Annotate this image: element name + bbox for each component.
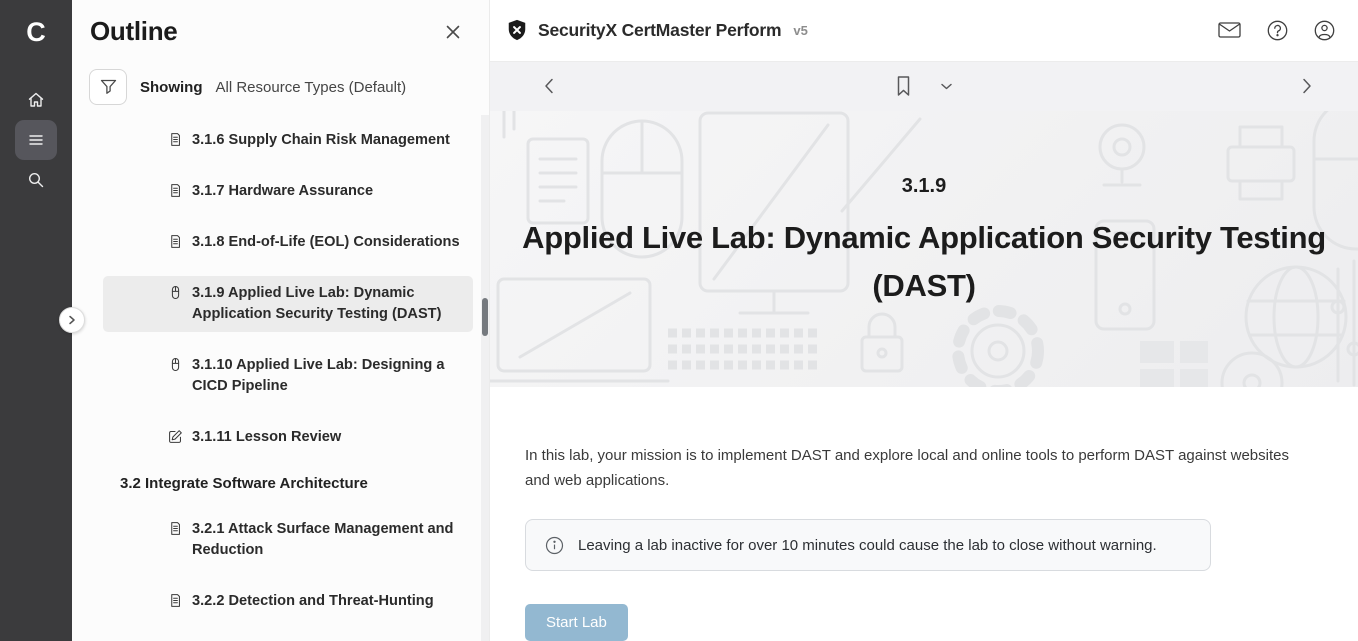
mouse-icon: [168, 285, 183, 300]
home-icon: [27, 91, 45, 109]
outline-item[interactable]: 3.2.2 Detection and Threat-Hunting Enabl…: [103, 584, 473, 608]
outline-item[interactable]: 3.1.8 End-of-Life (EOL) Considerations: [103, 225, 473, 260]
info-icon: [545, 536, 564, 555]
lesson-intro-text: In this lab, your mission is to implemen…: [525, 443, 1296, 493]
outline-panel: Outline Showing All Resource Types (Defa…: [72, 0, 490, 641]
home-button[interactable]: [15, 80, 57, 120]
filter-button[interactable]: [89, 69, 127, 105]
document-icon: [168, 132, 183, 147]
mail-icon: [1217, 20, 1242, 40]
product-title: SecurityX CertMaster Perform: [538, 20, 781, 41]
document-icon: [168, 234, 183, 249]
account-button[interactable]: [1311, 17, 1338, 44]
chevron-left-icon: [542, 77, 556, 95]
outline-item[interactable]: 3.1.11 Lesson Review: [103, 420, 473, 455]
search-button[interactable]: [15, 160, 57, 200]
account-icon: [1313, 19, 1336, 42]
lesson-toolbar: [490, 62, 1358, 112]
main-header: SecurityX CertMaster Perform v5: [490, 0, 1358, 62]
outline-item-label: 3.2.1 Attack Surface Management and Redu…: [192, 519, 460, 561]
previous-page-button[interactable]: [536, 71, 562, 101]
outline-item-label: 3.1.9 Applied Live Lab: Dynamic Applicat…: [192, 283, 460, 325]
notice-text: Leaving a lab inactive for over 10 minut…: [578, 537, 1157, 554]
product-version: v5: [793, 23, 807, 38]
help-icon: [1266, 19, 1289, 42]
outline-scrollbar[interactable]: [481, 115, 489, 641]
app-root: C Outline: [0, 0, 1358, 641]
lesson-hero: 3.1.9 Applied Live Lab: Dynamic Applicat…: [490, 111, 1358, 387]
showing-label: Showing: [140, 79, 203, 96]
securityx-shield-icon: [506, 19, 528, 41]
chevron-right-icon: [67, 315, 77, 325]
help-button[interactable]: [1264, 17, 1291, 44]
outline-item-label: 3.1.10 Applied Live Lab: Designing a CIC…: [192, 355, 460, 397]
outline-item[interactable]: 3.1.6 Supply Chain Risk Management: [103, 123, 473, 158]
outline-item[interactable]: 3.1.9 Applied Live Lab: Dynamic Applicat…: [103, 276, 473, 332]
close-outline-button[interactable]: [441, 20, 465, 44]
mouse-icon: [168, 357, 183, 372]
outline-section-label[interactable]: 3.2 Integrate Software Architecture: [120, 471, 473, 496]
lesson-content: In this lab, your mission is to implemen…: [490, 387, 1358, 641]
list-icon: [27, 131, 45, 149]
start-lab-button[interactable]: Start Lab: [525, 604, 628, 641]
outline-item-label: 3.2.2 Detection and Threat-Hunting Enabl…: [192, 591, 460, 608]
brand: SecurityX CertMaster Perform v5: [506, 19, 808, 41]
outline-item-label: 3.1.11 Lesson Review: [192, 427, 341, 448]
inactivity-notice: Leaving a lab inactive for over 10 minut…: [525, 519, 1211, 571]
close-icon: [445, 24, 461, 40]
main-area: SecurityX CertMaster Perform v5: [490, 0, 1358, 641]
outline-button[interactable]: [15, 120, 57, 160]
outline-item-label: 3.1.8 End-of-Life (EOL) Considerations: [192, 232, 460, 253]
outline-item[interactable]: 3.2.1 Attack Surface Management and Redu…: [103, 512, 473, 568]
bookmark-button[interactable]: [889, 69, 918, 103]
chevron-down-icon: [940, 82, 953, 91]
lesson-number: 3.1.9: [902, 175, 946, 198]
messages-button[interactable]: [1215, 18, 1244, 42]
document-icon: [168, 593, 183, 608]
outline-item[interactable]: 3.1.7 Hardware Assurance: [103, 174, 473, 209]
bookmark-menu-button[interactable]: [934, 76, 959, 97]
chevron-right-icon: [1300, 77, 1314, 95]
bookmark-group: [889, 69, 959, 103]
collapse-panel-button[interactable]: [59, 307, 85, 333]
document-icon: [168, 521, 183, 536]
next-page-button[interactable]: [1294, 71, 1320, 101]
edit-icon: [168, 429, 183, 444]
outline-list: 3.1.6 Supply Chain Risk Management 3.1.7 …: [72, 105, 489, 608]
search-icon: [27, 171, 45, 189]
outline-item[interactable]: 3.1.10 Applied Live Lab: Designing a CIC…: [103, 348, 473, 404]
filter-value[interactable]: All Resource Types (Default): [216, 79, 407, 96]
outline-item-label: 3.1.7 Hardware Assurance: [192, 181, 373, 202]
comptia-logo[interactable]: C: [26, 12, 46, 52]
bookmark-icon: [895, 75, 912, 97]
filter-row: Showing All Resource Types (Default): [72, 47, 489, 105]
lesson-title: Applied Live Lab: Dynamic Application Se…: [490, 214, 1358, 310]
outline-panel-title: Outline: [90, 16, 177, 47]
header-actions: [1215, 17, 1338, 44]
outline-item-label: 3.1.6 Supply Chain Risk Management: [192, 130, 450, 151]
document-icon: [168, 183, 183, 198]
outline-scrollbar-thumb[interactable]: [482, 298, 488, 336]
funnel-icon: [100, 79, 117, 95]
